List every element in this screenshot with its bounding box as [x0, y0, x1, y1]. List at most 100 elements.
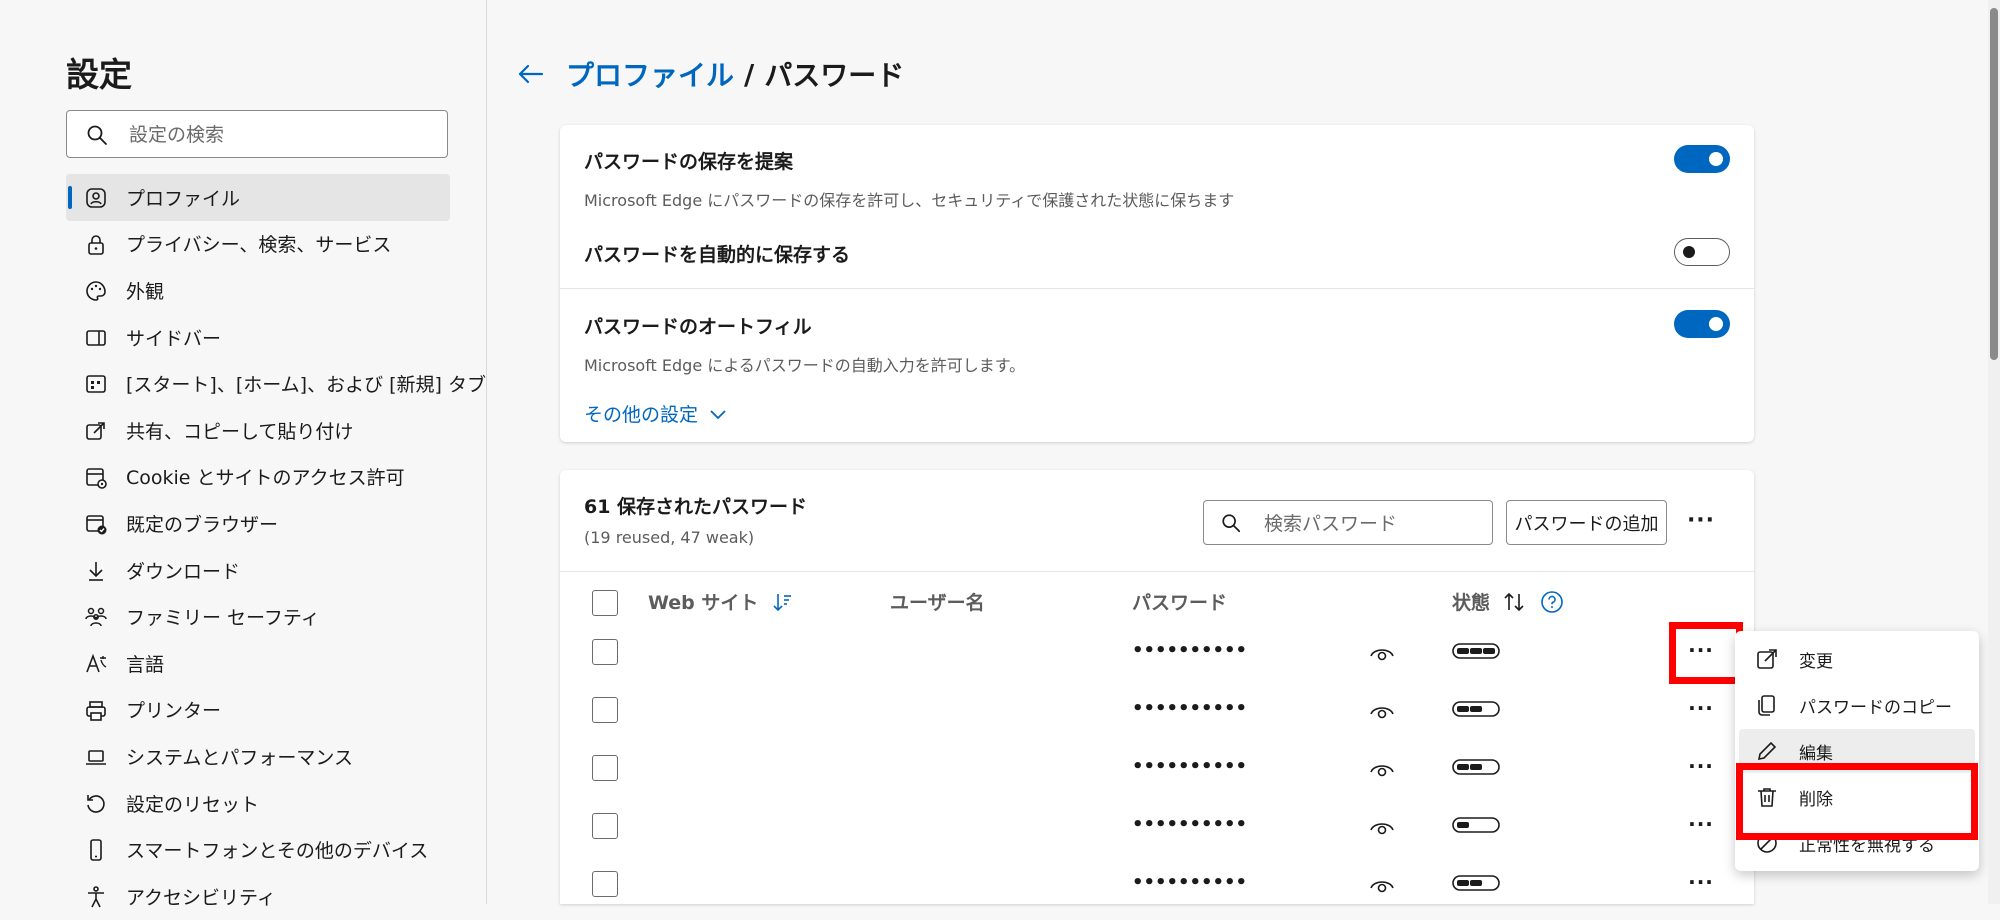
password-strength-icon	[1452, 643, 1500, 659]
add-password-button[interactable]: パスワードの追加	[1506, 500, 1667, 545]
sidebar-item-label: プリンター	[126, 700, 222, 723]
settings-search-box[interactable]	[66, 110, 448, 158]
browser-icon	[86, 515, 107, 535]
sidebar-item-default-browser[interactable]: 既定のブラウザー	[66, 500, 450, 547]
more-actions-button[interactable]: ···	[1680, 502, 1722, 544]
search-icon	[87, 125, 107, 145]
pencil-icon	[1757, 741, 1777, 761]
sidebar-item-label: Cookie とサイトのアクセス許可	[126, 467, 405, 490]
back-arrow-icon[interactable]	[514, 57, 548, 91]
row-checkbox[interactable]	[592, 639, 618, 665]
column-website[interactable]: Web サイト	[648, 588, 792, 615]
autofill-description: Microsoft Edge によるパスワードの自動入力を許可します。	[584, 356, 1026, 375]
eye-icon[interactable]	[1369, 644, 1395, 664]
sidebar-item-phone-devices[interactable]: スマートフォンとその他のデバイス	[66, 826, 450, 873]
masked-password: ••••••••••	[1132, 814, 1248, 835]
sidebar-item-profile[interactable]: プロファイル	[66, 174, 450, 221]
auto-save-toggle[interactable]	[1674, 238, 1730, 266]
column-website-label: Web サイト	[648, 592, 759, 614]
autofill-title: パスワードのオートフィル	[584, 316, 812, 338]
language-icon	[86, 653, 107, 673]
row-more-button[interactable]: ···	[1680, 813, 1722, 843]
offer-save-toggle[interactable]	[1674, 145, 1730, 173]
offer-save-description: Microsoft Edge にパスワードの保存を許可し、セキュリティで保護され…	[584, 191, 1235, 210]
sidebar-item-reset-settings[interactable]: 設定のリセット	[66, 780, 450, 827]
more-settings-link[interactable]: その他の設定	[584, 400, 728, 427]
eye-icon[interactable]	[1369, 760, 1395, 780]
row-checkbox[interactable]	[592, 871, 618, 897]
help-icon[interactable]	[1540, 590, 1564, 614]
family-icon	[85, 608, 107, 627]
sidebar-item-start-home-newtab[interactable]: [スタート]、[ホーム]、および [新規] タブ	[66, 360, 486, 407]
select-all-checkbox[interactable]	[592, 590, 618, 616]
sidebar: 設定 プロファイル プライバシー、検索、サービス 外観 サイドバー [スタート]…	[0, 0, 487, 909]
sidebar-item-languages[interactable]: 言語	[66, 640, 450, 687]
password-search-box[interactable]	[1203, 500, 1493, 545]
row-checkbox[interactable]	[592, 697, 618, 723]
row-more-button[interactable]: ···	[1680, 871, 1722, 901]
masked-password: ••••••••••	[1132, 872, 1248, 893]
sort-descending-icon	[773, 593, 792, 611]
table-row: •••••••••• ···	[560, 857, 1754, 915]
page-title: パスワード	[764, 59, 905, 92]
scrollbar-thumb[interactable]	[1990, 8, 1998, 360]
palette-icon	[86, 281, 106, 301]
row-checkbox[interactable]	[592, 755, 618, 781]
masked-password: ••••••••••	[1132, 698, 1248, 719]
sidebar-item-cookies[interactable]: Cookie とサイトのアクセス許可	[66, 454, 450, 501]
sidebar-item-label: 共有、コピーして貼り付け	[126, 420, 354, 443]
settings-search-input[interactable]	[127, 119, 431, 151]
sidebar-item-family-safety[interactable]: ファミリー セーフティ	[66, 593, 450, 640]
divider	[560, 571, 1754, 572]
sidebar-item-label: サイドバー	[126, 327, 222, 350]
sidebar-item-appearance[interactable]: 外観	[66, 267, 450, 314]
table-row: •••••••••• ···	[560, 683, 1754, 741]
settings-title: 設定	[66, 55, 132, 94]
sort-icon	[1504, 592, 1524, 611]
sidebar-item-printers[interactable]: プリンター	[66, 687, 450, 734]
column-status[interactable]: 状態	[1452, 588, 1564, 615]
scrollbar[interactable]	[1988, 0, 2000, 904]
menu-item-label: 編集	[1799, 743, 1833, 764]
phone-icon	[90, 839, 102, 862]
row-checkbox[interactable]	[592, 813, 618, 839]
menu-item-label: パスワードのコピー	[1799, 697, 1952, 718]
sidebar-item-accessibility[interactable]: アクセシビリティ	[66, 873, 450, 920]
password-strength-icon	[1452, 875, 1500, 891]
sidebar-item-label: システムとパフォーマンス	[126, 746, 354, 769]
breadcrumb: プロファイル / パスワード	[514, 54, 904, 94]
sidebar-item-label: 既定のブラウザー	[126, 513, 279, 536]
sidebar-item-system-performance[interactable]: システムとパフォーマンス	[66, 733, 450, 780]
auto-save-title: パスワードを自動的に保存する	[584, 244, 851, 266]
sidebar-item-downloads[interactable]: ダウンロード	[66, 547, 450, 594]
sidebar-icon	[86, 329, 106, 346]
sidebar-item-label: プライバシー、検索、サービス	[126, 234, 392, 257]
breadcrumb-profile-link[interactable]: プロファイル	[566, 54, 734, 94]
row-more-button[interactable]: ···	[1680, 697, 1722, 727]
lock-icon	[88, 234, 104, 255]
eye-icon[interactable]	[1369, 818, 1395, 838]
row-more-button[interactable]: ···	[1680, 755, 1722, 785]
download-icon	[89, 561, 103, 581]
menu-item-change[interactable]: 変更	[1739, 637, 1975, 681]
more-settings-label: その他の設定	[584, 404, 699, 426]
sidebar-item-label: 設定のリセット	[126, 793, 260, 816]
eye-icon[interactable]	[1369, 702, 1395, 722]
laptop-icon	[86, 750, 106, 765]
column-username[interactable]: ユーザー名	[890, 588, 985, 615]
reset-icon	[87, 794, 105, 813]
autofill-toggle[interactable]	[1674, 310, 1730, 338]
sidebar-nav: プロファイル プライバシー、検索、サービス 外観 サイドバー [スタート]、[ホ…	[66, 174, 486, 920]
sidebar-item-sidebar[interactable]: サイドバー	[66, 314, 450, 361]
column-password: パスワード	[1132, 588, 1227, 615]
eye-icon[interactable]	[1369, 876, 1395, 896]
password-search-input[interactable]	[1262, 509, 1486, 539]
menu-item-copy-password[interactable]: パスワードのコピー	[1739, 683, 1975, 727]
sidebar-item-privacy[interactable]: プライバシー、検索、サービス	[66, 221, 450, 268]
sidebar-item-share-copy[interactable]: 共有、コピーして貼り付け	[66, 407, 450, 454]
highlight-row-more	[1669, 622, 1743, 684]
open-external-icon	[1757, 649, 1777, 669]
password-strength-icon	[1452, 701, 1500, 717]
saved-passwords-summary: (19 reused, 47 weak)	[584, 528, 755, 547]
copy-icon	[1758, 695, 1775, 716]
